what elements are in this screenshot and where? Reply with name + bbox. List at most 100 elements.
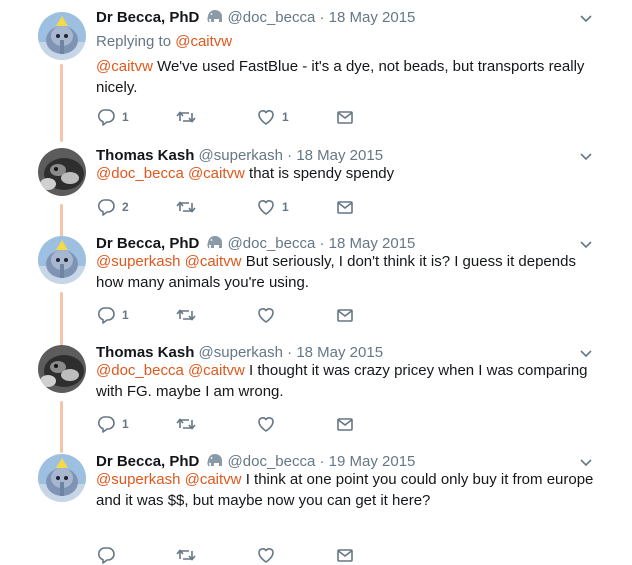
retweet-button[interactable] [175, 107, 203, 127]
chevron-down-icon[interactable] [578, 236, 594, 252]
author-handle[interactable]: @superkash [199, 147, 283, 164]
tweet[interactable]: Dr Becca, PhD @doc_becca · 18 May 2015 R… [0, 8, 632, 142]
reply-button[interactable]: 1 [96, 414, 129, 434]
mention-link[interactable]: @doc_becca @caitvw [96, 362, 245, 379]
direct-message-button[interactable] [335, 197, 355, 217]
author-name[interactable]: Dr Becca, PhD [96, 235, 199, 252]
chevron-down-icon[interactable] [578, 345, 594, 361]
thread-connector [60, 204, 63, 238]
direct-message-button[interactable] [335, 305, 355, 325]
envelope-icon [335, 414, 355, 434]
reply-icon [96, 107, 116, 127]
tweet-text: @superkash @caitvw But seriously, I don'… [96, 251, 596, 293]
tweet-date[interactable]: 18 May 2015 [296, 147, 383, 164]
author-handle[interactable]: @doc_becca [228, 9, 316, 26]
author-name[interactable]: Thomas Kash [96, 147, 194, 164]
author-name[interactable]: Dr Becca, PhD [96, 453, 199, 470]
tweet-header: Dr Becca, PhD @doc_becca · 18 May 2015 [96, 8, 415, 30]
chevron-down-icon[interactable] [578, 148, 594, 164]
replying-prefix: Replying to [96, 33, 172, 50]
heart-icon [256, 305, 276, 325]
tweet-text: @caitvw We've used FastBlue - it's a dye… [96, 56, 596, 98]
thread-connector [60, 292, 63, 346]
direct-message-button[interactable] [335, 107, 355, 127]
envelope-icon [335, 197, 355, 217]
reply-count: 1 [122, 417, 129, 431]
reply-icon [96, 545, 116, 565]
reply-button[interactable] [96, 545, 122, 565]
tweet[interactable]: Thomas Kash @superkash · 18 May 2015 @do… [0, 146, 632, 238]
like-button[interactable]: 1 [256, 107, 289, 127]
avatar[interactable] [38, 236, 86, 284]
tweet-date[interactable]: 18 May 2015 [329, 9, 416, 26]
author-name[interactable]: Dr Becca, PhD [96, 9, 199, 26]
mention-link[interactable]: @doc_becca @caitvw [96, 165, 245, 182]
reply-count: 1 [122, 110, 129, 124]
retweet-button[interactable] [175, 414, 203, 434]
chevron-down-icon[interactable] [578, 454, 594, 470]
conversation-thread: Dr Becca, PhD @doc_becca · 18 May 2015 R… [0, 0, 632, 564]
like-button[interactable] [256, 545, 282, 565]
tweet[interactable]: Thomas Kash @superkash · 18 May 2015 @do… [0, 343, 632, 453]
reply-icon [96, 305, 116, 325]
reply-count: 1 [122, 308, 129, 322]
mention-link[interactable]: @superkash @caitvw [96, 471, 242, 488]
retweet-icon [175, 107, 197, 127]
tweet[interactable]: Dr Becca, PhD @doc_becca · 19 May 2015 @… [0, 452, 632, 564]
separator-dot: · [319, 453, 325, 470]
retweet-button[interactable] [175, 197, 203, 217]
tweet-date[interactable]: 18 May 2015 [329, 235, 416, 252]
reply-button[interactable]: 1 [96, 305, 129, 325]
avatar[interactable] [38, 12, 86, 60]
tweet-text: @superkash @caitvw I think at one point … [96, 469, 596, 511]
replying-to: Replying to @caitvw [96, 32, 232, 52]
tweet[interactable]: Dr Becca, PhD @doc_becca · 18 May 2015 @… [0, 234, 632, 346]
like-button[interactable]: 1 [256, 197, 289, 217]
replying-to-mention[interactable]: @caitvw [175, 33, 232, 50]
heart-icon [256, 545, 276, 565]
mention-link[interactable]: @superkash @caitvw [96, 253, 242, 270]
retweet-icon [175, 414, 197, 434]
separator-dot: · [287, 147, 293, 164]
direct-message-button[interactable] [335, 545, 355, 565]
separator-dot: · [319, 235, 325, 252]
heart-icon [256, 414, 276, 434]
tweet-date[interactable]: 19 May 2015 [329, 453, 416, 470]
thread-connector [60, 64, 63, 142]
retweet-icon [175, 545, 197, 565]
tweet-text: @doc_becca @caitvw that is spendy spendy [96, 163, 596, 184]
retweet-button[interactable] [175, 305, 203, 325]
reply-button[interactable]: 2 [96, 197, 129, 217]
retweet-icon [175, 197, 197, 217]
tweet-date[interactable]: 18 May 2015 [296, 344, 383, 361]
tweet-body-text: We've used FastBlue - it's a dye, not be… [96, 58, 585, 96]
heart-icon [256, 107, 276, 127]
elephant-icon [206, 8, 224, 30]
avatar[interactable] [38, 454, 86, 502]
chevron-down-icon[interactable] [578, 10, 594, 26]
envelope-icon [335, 545, 355, 565]
like-count: 1 [282, 200, 289, 214]
tweet-body-text: that is spendy spendy [249, 165, 395, 182]
direct-message-button[interactable] [335, 414, 355, 434]
like-count: 1 [282, 110, 289, 124]
like-button[interactable] [256, 305, 282, 325]
retweet-button[interactable] [175, 545, 203, 565]
reply-icon [96, 197, 116, 217]
mention-link[interactable]: @caitvw [96, 58, 153, 75]
author-handle[interactable]: @doc_becca [228, 235, 316, 252]
separator-dot: · [287, 344, 293, 361]
avatar[interactable] [38, 148, 86, 196]
envelope-icon [335, 305, 355, 325]
like-button[interactable] [256, 414, 282, 434]
retweet-icon [175, 305, 197, 325]
reply-icon [96, 414, 116, 434]
separator-dot: · [319, 9, 325, 26]
thread-connector [60, 401, 63, 453]
author-handle[interactable]: @doc_becca [228, 453, 316, 470]
author-name[interactable]: Thomas Kash [96, 344, 194, 361]
reply-button[interactable]: 1 [96, 107, 129, 127]
author-handle[interactable]: @superkash [199, 344, 283, 361]
reply-count: 2 [122, 200, 129, 214]
avatar[interactable] [38, 345, 86, 393]
